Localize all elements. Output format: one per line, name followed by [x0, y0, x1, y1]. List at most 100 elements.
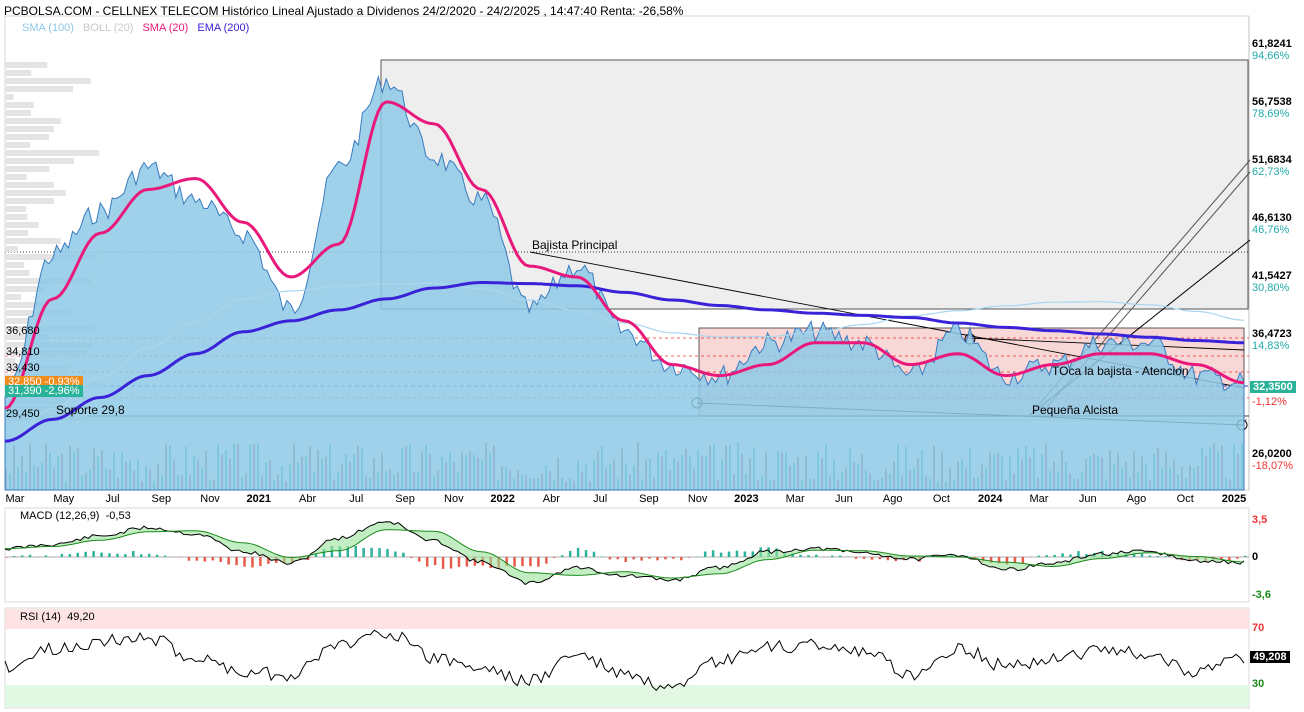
x-tick-label: Sep: [639, 493, 659, 505]
macd-histogram-bar: [211, 557, 214, 561]
macd-histogram-bar: [664, 557, 667, 560]
legend-ema200: EMA (200): [197, 22, 250, 34]
volume-profile-bar: [5, 166, 50, 172]
macd-histogram-bar: [1037, 555, 1040, 557]
volume-profile-bar: [5, 134, 49, 140]
macd-value: -0,53: [105, 510, 131, 522]
macd-histogram-bar: [608, 557, 612, 560]
volume-profile-bar: [5, 78, 91, 84]
x-tick-label: Sep: [395, 493, 415, 505]
macd-histogram-bar: [84, 551, 87, 557]
macd-histogram-bar: [1156, 556, 1160, 557]
macd-histogram-bar: [870, 557, 874, 560]
macd-histogram-bar: [187, 557, 191, 561]
macd-histogram-bar: [60, 553, 64, 557]
macd-histogram-bar: [1013, 557, 1017, 563]
volume-profile-bar: [5, 262, 25, 268]
macd-histogram-bar: [854, 557, 858, 559]
macd-histogram-bar: [1069, 554, 1072, 557]
macd-histogram-bar: [886, 557, 890, 561]
macd-histogram-bar: [449, 557, 453, 569]
x-tick-label: Ago: [1127, 493, 1147, 505]
level-label-3: 33,430: [6, 362, 40, 374]
macd-histogram-bar: [973, 557, 977, 558]
volume-profile-bar: [5, 150, 100, 156]
macd-histogram-bar: [735, 550, 739, 557]
x-tick-label: May: [53, 493, 74, 505]
macd-histogram-bar: [799, 554, 802, 557]
x-tick-label: Jul: [349, 493, 363, 505]
macd-histogram-bar: [386, 548, 389, 557]
macd-histogram-bar: [235, 557, 238, 566]
macd-histogram-bar: [521, 557, 524, 567]
macd-histogram-bar: [370, 547, 373, 557]
x-tick-label: Sep: [151, 493, 171, 505]
macd-histogram-bar: [20, 555, 24, 557]
y-tick-7-pct: -1,12%: [1252, 396, 1287, 408]
macd-histogram-bar: [394, 551, 397, 557]
macd-histogram-bar: [441, 557, 445, 569]
annotation-pequena-alcista: Pequeña Alcista: [1032, 403, 1119, 417]
macd-histogram-bar: [831, 555, 834, 557]
level-label-1: 36,680: [6, 325, 40, 337]
macd-histogram-bar: [743, 551, 747, 557]
macd-histogram-bar: [1021, 557, 1025, 564]
macd-histogram-bar: [1061, 553, 1064, 557]
macd-histogram-bar: [5, 557, 8, 558]
volume-profile-bar: [5, 214, 28, 220]
macd-histogram-bar: [378, 548, 381, 557]
macd-histogram-bar: [402, 552, 405, 557]
rsi-y-70: 70: [1252, 622, 1265, 634]
macd-histogram-bar: [76, 552, 79, 557]
macd-histogram-bar: [44, 555, 48, 557]
macd-histogram-bar: [457, 557, 461, 567]
macd-histogram-bar: [719, 552, 723, 557]
macd-histogram-bar: [410, 557, 413, 558]
volume-profile-bar: [5, 118, 61, 124]
x-tick-label: 2021: [247, 493, 271, 505]
macd-histogram-bar: [179, 557, 183, 558]
volume-profile-bar: [5, 174, 27, 180]
volume-profile-bar: [5, 206, 27, 212]
macd-histogram-bar: [584, 550, 588, 557]
volume-profile-bar: [5, 294, 21, 300]
x-tick-label: Mar: [786, 493, 805, 505]
x-tick-label: Mar: [6, 493, 25, 505]
macd-y-top: 3,5: [1252, 514, 1268, 526]
macd-histogram-bar: [838, 555, 842, 557]
macd-histogram-bar: [203, 557, 207, 562]
macd-histogram-bar: [560, 555, 564, 557]
macd-histogram-bar: [219, 557, 222, 562]
macd-histogram-bar: [537, 557, 540, 567]
volume-profile-bar: [5, 86, 74, 92]
legend-sma100: SMA (100): [22, 22, 74, 34]
macd-histogram-bar: [418, 557, 421, 562]
macd-histogram-bar: [314, 554, 318, 557]
x-tick-label: Abr: [543, 493, 560, 505]
macd-y-bottom: -3,6: [1252, 589, 1271, 601]
macd-histogram-bar: [862, 557, 866, 559]
macd-histogram-bar: [878, 557, 882, 560]
volume-profile-bar: [5, 126, 55, 132]
legend-sma20: SMA (20): [142, 22, 189, 34]
x-tick-label: Jun: [1079, 493, 1097, 505]
macd-histogram-bar: [132, 551, 135, 557]
y-tick-6: 36,4723 14,83%: [1252, 328, 1292, 352]
rsi-panel: [4, 607, 1250, 709]
macd-histogram-bar: [243, 557, 246, 567]
volume-profile-bar: [5, 158, 75, 164]
y-tick-1: 61,8241 94,66%: [1252, 38, 1292, 62]
volume-profile-bar: [5, 182, 54, 188]
macd-histogram-bar: [1053, 554, 1056, 557]
macd-histogram-bar: [545, 557, 548, 564]
macd-histogram-bar: [100, 552, 103, 557]
macd-histogram-bar: [1164, 556, 1168, 557]
macd-histogram-bar: [640, 557, 643, 561]
macd-histogram-bar: [116, 553, 119, 557]
macd-histogram-bar: [688, 557, 691, 558]
macd-histogram-bar: [354, 545, 357, 557]
x-tick-label: Nov: [444, 493, 464, 505]
macd-histogram-bar: [703, 551, 707, 557]
level-label-5: 31,390 -2,96%: [5, 385, 83, 397]
macd-histogram-bar: [568, 550, 572, 557]
